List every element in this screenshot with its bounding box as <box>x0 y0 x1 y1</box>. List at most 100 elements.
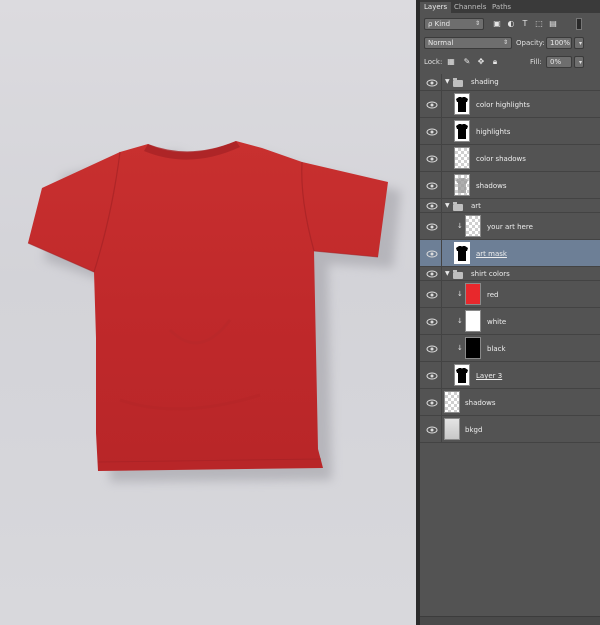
filter-toggle-switch[interactable] <box>576 18 582 30</box>
smart-object-filter-icon[interactable]: ▤ <box>548 19 558 29</box>
layer-name: shirt colors <box>471 270 510 278</box>
layer-name: color shadows <box>476 155 526 163</box>
eye-icon[interactable] <box>426 317 438 327</box>
lock-position-move-icon[interactable]: ✥ <box>476 57 486 67</box>
eye-icon[interactable] <box>426 222 438 232</box>
layer-thumbnail <box>465 215 481 237</box>
fill-value: 0% <box>550 58 562 66</box>
eye-icon[interactable] <box>426 398 438 408</box>
adjustment-filter-icon[interactable]: ◐ <box>506 19 516 29</box>
clipping-mask-icon: ↓ <box>457 344 463 352</box>
opacity-input[interactable]: 100% <box>546 37 572 49</box>
layer-name: black <box>487 345 506 353</box>
layer-name: shadows <box>476 182 507 190</box>
layer-thumbnail <box>465 310 481 332</box>
shirt-icon <box>456 97 468 112</box>
layer-color-highlights[interactable]: color highlights <box>420 91 600 118</box>
chevron-down-icon: ▾ <box>578 40 582 47</box>
kind-filter-label: ρ Kind <box>428 20 451 28</box>
layer-art-mask[interactable]: art mask <box>420 240 600 267</box>
layer-name: your art here <box>487 223 533 231</box>
shirt-icon <box>456 178 468 193</box>
layer-name: color highlights <box>476 101 530 109</box>
layer-group-shirt-colors[interactable]: ▼ shirt colors <box>420 267 600 281</box>
layer-name: art <box>471 202 481 210</box>
eye-icon[interactable] <box>426 269 438 279</box>
eye-icon[interactable] <box>426 344 438 354</box>
layer-shadows-base[interactable]: shadows <box>420 389 600 416</box>
layer-name: art mask <box>476 250 507 258</box>
layer-color-shadows[interactable]: color shadows <box>420 145 600 172</box>
chevron-down-icon[interactable]: ▼ <box>445 202 450 209</box>
tab-channels[interactable]: Channels <box>450 2 490 13</box>
layer-name: bkgd <box>465 426 483 434</box>
layers-panel: Layers Channels Paths ρ Kind ⇕ ▣ ◐ T ⬚ ▤… <box>420 0 600 625</box>
folder-icon <box>453 270 463 279</box>
eye-icon[interactable] <box>426 290 438 300</box>
fill-dropdown-button[interactable]: ▾ <box>574 56 584 68</box>
eye-icon[interactable] <box>426 181 438 191</box>
layer-name: Layer 3 <box>476 372 503 380</box>
document-canvas[interactable] <box>0 0 416 625</box>
layer-red[interactable]: ↓ red <box>420 281 600 308</box>
layer-black[interactable]: ↓ black <box>420 335 600 362</box>
eye-icon[interactable] <box>426 425 438 435</box>
layer-highlights[interactable]: highlights <box>420 118 600 145</box>
chevron-updown-icon: ⇕ <box>502 39 508 46</box>
tshirt-image <box>27 141 401 482</box>
panel-footer <box>420 616 600 625</box>
chevron-down-icon[interactable]: ▼ <box>445 270 450 277</box>
pixel-filter-icon[interactable]: ▣ <box>492 19 502 29</box>
layer-shadows[interactable]: shadows <box>420 172 600 199</box>
layer-your-art-here[interactable]: ↓ your art here <box>420 213 600 240</box>
clipping-mask-icon: ↓ <box>457 222 463 230</box>
shirt-icon <box>456 124 468 139</box>
layer-bkgd[interactable]: bkgd <box>420 416 600 443</box>
lock-transparency-icon[interactable]: ▦ <box>446 57 456 67</box>
layer-thumbnail <box>444 418 460 440</box>
opacity-dropdown-button[interactable]: ▾ <box>574 37 584 49</box>
lock-image-brush-icon[interactable]: ✎ <box>462 57 472 67</box>
chevron-down-icon[interactable]: ▼ <box>445 78 450 85</box>
kind-filter-select[interactable]: ρ Kind ⇕ <box>424 18 484 30</box>
shirt-icon <box>456 246 468 261</box>
layer-thumbnail <box>454 364 470 386</box>
lock-all-icon[interactable]: 🔒︎ <box>490 57 500 67</box>
eye-icon[interactable] <box>426 100 438 110</box>
eye-icon[interactable] <box>426 127 438 137</box>
layer-thumbnail <box>444 391 460 413</box>
clipping-mask-icon: ↓ <box>457 290 463 298</box>
fill-input[interactable]: 0% <box>546 56 572 68</box>
shape-filter-icon[interactable]: ⬚ <box>534 19 544 29</box>
chevron-down-icon: ▾ <box>578 59 582 66</box>
filter-row: ρ Kind ⇕ ▣ ◐ T ⬚ ▤ <box>420 15 600 35</box>
layer-group-shading[interactable]: ▼ shading <box>420 74 600 91</box>
opacity-label: Opacity: <box>516 39 545 47</box>
eye-icon[interactable] <box>426 78 438 88</box>
layer-group-art[interactable]: ▼ art <box>420 199 600 213</box>
layer-white[interactable]: ↓ white <box>420 308 600 335</box>
layer-name: highlights <box>476 128 511 136</box>
clipping-mask-icon: ↓ <box>457 317 463 325</box>
layer-layer-3[interactable]: Layer 3 <box>420 362 600 389</box>
eye-icon[interactable] <box>426 371 438 381</box>
blend-mode-select[interactable]: Normal ⇕ <box>424 37 512 49</box>
shirt-icon <box>456 368 468 383</box>
layer-name: shading <box>471 78 499 86</box>
lock-label: Lock: <box>424 58 443 66</box>
panel-tabs: Layers Channels Paths <box>420 0 600 13</box>
layer-thumbnail <box>454 147 470 169</box>
eye-icon[interactable] <box>426 201 438 211</box>
blend-row: Normal ⇕ Opacity: 100% ▾ <box>420 35 600 55</box>
eye-icon[interactable] <box>426 249 438 259</box>
tab-layers[interactable]: Layers <box>420 2 452 13</box>
folder-icon <box>453 202 463 211</box>
eye-icon[interactable] <box>426 154 438 164</box>
layer-thumbnail <box>465 337 481 359</box>
layer-thumbnail <box>454 120 470 142</box>
lock-row: Lock: ▦ ✎ ✥ 🔒︎ Fill: 0% ▾ <box>420 54 600 74</box>
tab-paths[interactable]: Paths <box>488 2 515 13</box>
chevron-updown-icon: ⇕ <box>474 20 480 27</box>
layer-thumbnail <box>454 93 470 115</box>
type-filter-icon[interactable]: T <box>520 19 530 29</box>
